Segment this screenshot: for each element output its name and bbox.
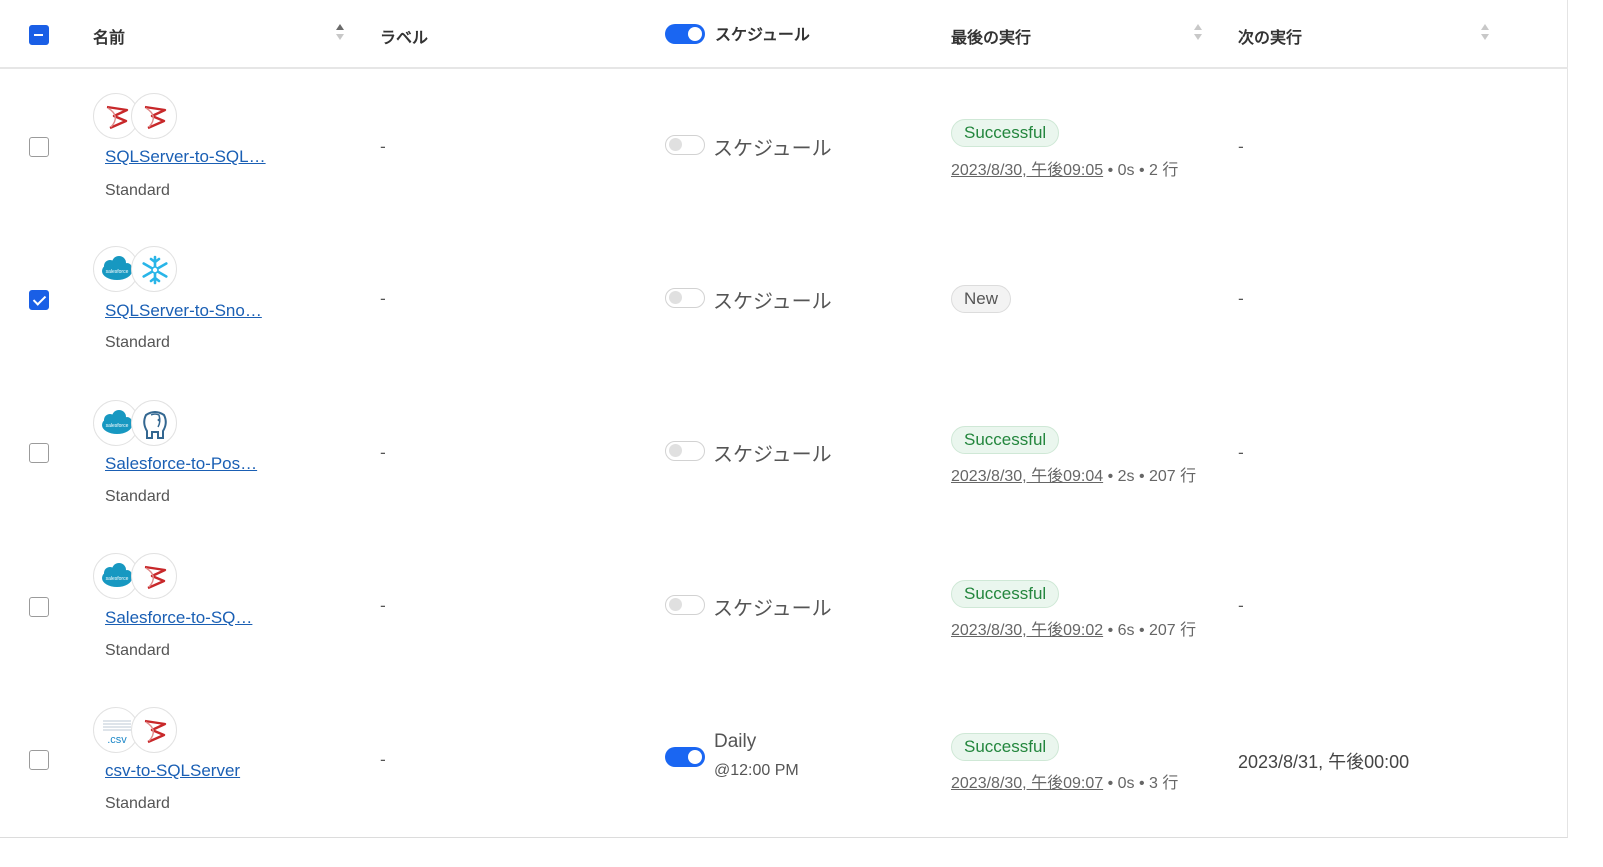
- last-run-timestamp-link[interactable]: 2023/8/30, 午後09:04: [951, 468, 1103, 485]
- column-header-name[interactable]: 名前: [93, 24, 125, 48]
- last-run-timestamp-link[interactable]: 2023/8/30, 午後09:05: [951, 162, 1103, 179]
- next-run-value: -: [1238, 289, 1244, 308]
- status-badge: Successful: [951, 580, 1060, 608]
- connector-icons: salesforce: [93, 553, 183, 601]
- schedule-label: スケジュール: [713, 596, 832, 620]
- status-badge: Successful: [951, 733, 1060, 761]
- last-run-info: 2023/8/30, 午後09:04 • 2s • 207 行: [951, 462, 1196, 486]
- row-checkbox[interactable]: [29, 290, 49, 310]
- pipeline-name-link[interactable]: Salesforce-to-Pos…: [105, 454, 257, 474]
- svg-text:salesforce: salesforce: [106, 269, 129, 275]
- last-run-info: 2023/8/30, 午後09:02 • 6s • 207 行: [951, 616, 1196, 640]
- next-run-value: -: [1238, 137, 1244, 156]
- row-checkbox[interactable]: [29, 597, 49, 617]
- snowflake-icon: [131, 246, 177, 292]
- status-badge: New: [951, 285, 1012, 313]
- pipeline-edition: Standard: [105, 182, 170, 199]
- last-run-timestamp-link[interactable]: 2023/8/30, 午後09:07: [951, 775, 1103, 792]
- status-badge: Successful: [951, 119, 1060, 147]
- pipeline-edition: Standard: [105, 642, 170, 659]
- last-run-details: • 0s • 3 行: [1103, 775, 1179, 792]
- schedule-toggle[interactable]: [665, 135, 705, 155]
- schedule-label: スケジュール: [713, 289, 832, 313]
- schedule-frequency: Daily: [714, 731, 757, 752]
- schedule-toggle[interactable]: [665, 747, 705, 767]
- sqlserver-icon: [131, 553, 177, 599]
- schedule-toggle[interactable]: [665, 441, 705, 461]
- schedule-toggle[interactable]: [665, 288, 705, 308]
- pipelines-table: 名前 ラベル スケジュール 最後の実行 次の実行 SQLServer-to-SQ…: [0, 0, 1568, 838]
- sort-name-icon[interactable]: [336, 23, 344, 41]
- connector-icons: salesforce: [93, 246, 183, 294]
- last-run-details: • 6s • 207 行: [1103, 622, 1197, 639]
- next-run-value: -: [1238, 596, 1244, 615]
- pipeline-edition: Standard: [105, 795, 170, 812]
- pipeline-name-link[interactable]: Salesforce-to-SQ…: [105, 608, 252, 628]
- row-checkbox[interactable]: [29, 137, 49, 157]
- last-run-details: • 0s • 2 行: [1103, 162, 1179, 179]
- sort-last-run-icon[interactable]: [1194, 23, 1202, 41]
- svg-text:salesforce: salesforce: [106, 423, 129, 429]
- row-checkbox[interactable]: [29, 750, 49, 770]
- sqlserver-icon: [131, 93, 177, 139]
- column-header-schedule: スケジュール: [715, 25, 810, 44]
- pipeline-name-link[interactable]: csv-to-SQLServer: [105, 761, 240, 781]
- sort-next-run-icon[interactable]: [1481, 23, 1489, 41]
- pipeline-edition: Standard: [105, 334, 170, 351]
- connector-icons: salesforce: [93, 400, 183, 448]
- connector-icons: [93, 93, 183, 141]
- next-run-value: 2023/8/31, 午後00:00: [1238, 752, 1410, 772]
- sqlserver-icon: [131, 707, 177, 753]
- pipeline-label: -: [380, 443, 386, 462]
- column-header-last-run[interactable]: 最後の実行: [951, 24, 1031, 48]
- pipeline-label: -: [380, 289, 386, 308]
- pipeline-edition: Standard: [105, 488, 170, 505]
- status-badge: Successful: [951, 426, 1060, 454]
- schedule-label: スケジュール: [713, 136, 832, 160]
- svg-text:salesforce: salesforce: [106, 576, 129, 582]
- row-checkbox[interactable]: [29, 443, 49, 463]
- column-header-next-run[interactable]: 次の実行: [1238, 24, 1302, 48]
- svg-text:.csv: .csv: [107, 734, 127, 746]
- last-run-info: 2023/8/30, 午後09:07 • 0s • 3 行: [951, 769, 1178, 793]
- schedule-time: @12:00 PM: [714, 762, 799, 779]
- pipeline-name-link[interactable]: SQLServer-to-SQL…: [105, 147, 266, 167]
- table-header: 名前 ラベル スケジュール 最後の実行 次の実行: [0, 0, 1568, 69]
- pipeline-label: -: [380, 596, 386, 615]
- last-run-details: • 2s • 207 行: [1103, 468, 1197, 485]
- schedule-all-toggle[interactable]: [665, 24, 705, 44]
- column-header-label: ラベル: [380, 28, 429, 47]
- pipeline-name-link[interactable]: SQLServer-to-Sno…: [105, 301, 262, 321]
- last-run-timestamp-link[interactable]: 2023/8/30, 午後09:02: [951, 622, 1103, 639]
- next-run-value: -: [1238, 443, 1244, 462]
- postgresql-icon: [131, 400, 177, 446]
- select-all-checkbox[interactable]: [29, 25, 49, 45]
- schedule-toggle[interactable]: [665, 595, 705, 615]
- connector-icons: .csv: [93, 707, 183, 755]
- pipeline-label: -: [380, 750, 386, 769]
- pipeline-label: -: [380, 137, 386, 156]
- last-run-info: 2023/8/30, 午後09:05 • 0s • 2 行: [951, 156, 1178, 180]
- schedule-label: スケジュール: [713, 442, 832, 466]
